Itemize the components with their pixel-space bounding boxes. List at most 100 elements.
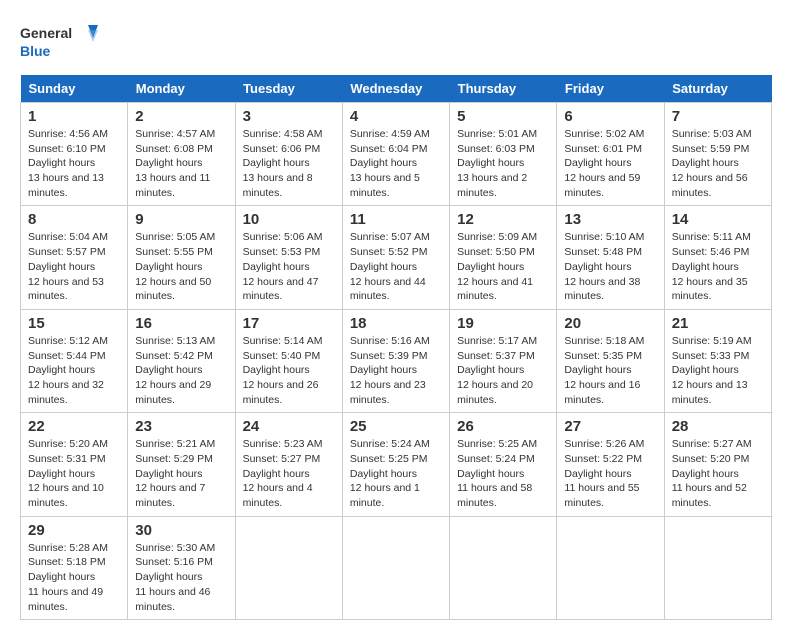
day-info: Sunrise: 5:04 AMSunset: 5:57 PMDaylight … bbox=[28, 230, 120, 303]
calendar-cell: 2 Sunrise: 4:57 AMSunset: 6:08 PMDayligh… bbox=[128, 103, 235, 206]
day-number: 10 bbox=[243, 211, 335, 228]
weekday-header-thursday: Thursday bbox=[450, 75, 557, 103]
day-number: 3 bbox=[243, 108, 335, 125]
day-number: 27 bbox=[564, 418, 656, 435]
day-number: 13 bbox=[564, 211, 656, 228]
calendar-cell: 22 Sunrise: 5:20 AMSunset: 5:31 PMDaylig… bbox=[21, 413, 128, 516]
day-number: 18 bbox=[350, 315, 442, 332]
day-number: 25 bbox=[350, 418, 442, 435]
day-number: 16 bbox=[135, 315, 227, 332]
day-info: Sunrise: 5:16 AMSunset: 5:39 PMDaylight … bbox=[350, 334, 442, 407]
weekday-header-monday: Monday bbox=[128, 75, 235, 103]
day-number: 14 bbox=[672, 211, 764, 228]
day-info: Sunrise: 5:20 AMSunset: 5:31 PMDaylight … bbox=[28, 437, 120, 510]
day-info: Sunrise: 4:56 AMSunset: 6:10 PMDaylight … bbox=[28, 127, 120, 200]
calendar-cell: 18 Sunrise: 5:16 AMSunset: 5:39 PMDaylig… bbox=[342, 309, 449, 412]
day-number: 7 bbox=[672, 108, 764, 125]
day-number: 26 bbox=[457, 418, 549, 435]
day-number: 1 bbox=[28, 108, 120, 125]
day-info: Sunrise: 5:23 AMSunset: 5:27 PMDaylight … bbox=[243, 437, 335, 510]
day-info: Sunrise: 5:28 AMSunset: 5:18 PMDaylight … bbox=[28, 541, 120, 614]
calendar-cell: 28 Sunrise: 5:27 AMSunset: 5:20 PMDaylig… bbox=[664, 413, 771, 516]
day-info: Sunrise: 5:19 AMSunset: 5:33 PMDaylight … bbox=[672, 334, 764, 407]
calendar-cell: 19 Sunrise: 5:17 AMSunset: 5:37 PMDaylig… bbox=[450, 309, 557, 412]
calendar-cell: 25 Sunrise: 5:24 AMSunset: 5:25 PMDaylig… bbox=[342, 413, 449, 516]
day-info: Sunrise: 5:06 AMSunset: 5:53 PMDaylight … bbox=[243, 230, 335, 303]
calendar-cell: 27 Sunrise: 5:26 AMSunset: 5:22 PMDaylig… bbox=[557, 413, 664, 516]
day-number: 30 bbox=[135, 522, 227, 539]
calendar-cell: 16 Sunrise: 5:13 AMSunset: 5:42 PMDaylig… bbox=[128, 309, 235, 412]
day-info: Sunrise: 5:27 AMSunset: 5:20 PMDaylight … bbox=[672, 437, 764, 510]
day-number: 17 bbox=[243, 315, 335, 332]
calendar-cell: 7 Sunrise: 5:03 AMSunset: 5:59 PMDayligh… bbox=[664, 103, 771, 206]
calendar-cell: 3 Sunrise: 4:58 AMSunset: 6:06 PMDayligh… bbox=[235, 103, 342, 206]
day-info: Sunrise: 5:12 AMSunset: 5:44 PMDaylight … bbox=[28, 334, 120, 407]
calendar-cell: 5 Sunrise: 5:01 AMSunset: 6:03 PMDayligh… bbox=[450, 103, 557, 206]
weekday-header-row: SundayMondayTuesdayWednesdayThursdayFrid… bbox=[21, 75, 772, 103]
day-number: 4 bbox=[350, 108, 442, 125]
logo: General Blue bbox=[20, 20, 100, 65]
day-number: 24 bbox=[243, 418, 335, 435]
calendar-cell: 9 Sunrise: 5:05 AMSunset: 5:55 PMDayligh… bbox=[128, 206, 235, 309]
day-number: 8 bbox=[28, 211, 120, 228]
calendar-cell: 1 Sunrise: 4:56 AMSunset: 6:10 PMDayligh… bbox=[21, 103, 128, 206]
calendar-cell: 26 Sunrise: 5:25 AMSunset: 5:24 PMDaylig… bbox=[450, 413, 557, 516]
day-info: Sunrise: 5:10 AMSunset: 5:48 PMDaylight … bbox=[564, 230, 656, 303]
day-info: Sunrise: 5:13 AMSunset: 5:42 PMDaylight … bbox=[135, 334, 227, 407]
week-row-5: 29 Sunrise: 5:28 AMSunset: 5:18 PMDaylig… bbox=[21, 516, 772, 619]
calendar-cell: 4 Sunrise: 4:59 AMSunset: 6:04 PMDayligh… bbox=[342, 103, 449, 206]
calendar-cell: 13 Sunrise: 5:10 AMSunset: 5:48 PMDaylig… bbox=[557, 206, 664, 309]
weekday-header-wednesday: Wednesday bbox=[342, 75, 449, 103]
day-info: Sunrise: 4:59 AMSunset: 6:04 PMDaylight … bbox=[350, 127, 442, 200]
logo-svg: General Blue bbox=[20, 20, 100, 65]
week-row-1: 1 Sunrise: 4:56 AMSunset: 6:10 PMDayligh… bbox=[21, 103, 772, 206]
day-info: Sunrise: 5:18 AMSunset: 5:35 PMDaylight … bbox=[564, 334, 656, 407]
day-info: Sunrise: 5:24 AMSunset: 5:25 PMDaylight … bbox=[350, 437, 442, 510]
day-number: 6 bbox=[564, 108, 656, 125]
calendar-cell bbox=[664, 516, 771, 619]
day-number: 28 bbox=[672, 418, 764, 435]
day-info: Sunrise: 5:21 AMSunset: 5:29 PMDaylight … bbox=[135, 437, 227, 510]
svg-text:General: General bbox=[20, 25, 72, 41]
day-info: Sunrise: 5:01 AMSunset: 6:03 PMDaylight … bbox=[457, 127, 549, 200]
week-row-3: 15 Sunrise: 5:12 AMSunset: 5:44 PMDaylig… bbox=[21, 309, 772, 412]
calendar-cell bbox=[235, 516, 342, 619]
day-info: Sunrise: 5:05 AMSunset: 5:55 PMDaylight … bbox=[135, 230, 227, 303]
calendar-cell bbox=[342, 516, 449, 619]
weekday-header-saturday: Saturday bbox=[664, 75, 771, 103]
calendar-cell bbox=[557, 516, 664, 619]
day-info: Sunrise: 5:26 AMSunset: 5:22 PMDaylight … bbox=[564, 437, 656, 510]
weekday-header-sunday: Sunday bbox=[21, 75, 128, 103]
calendar-cell: 23 Sunrise: 5:21 AMSunset: 5:29 PMDaylig… bbox=[128, 413, 235, 516]
calendar-table: SundayMondayTuesdayWednesdayThursdayFrid… bbox=[20, 75, 772, 620]
day-info: Sunrise: 4:58 AMSunset: 6:06 PMDaylight … bbox=[243, 127, 335, 200]
weekday-header-tuesday: Tuesday bbox=[235, 75, 342, 103]
day-number: 12 bbox=[457, 211, 549, 228]
calendar-cell: 17 Sunrise: 5:14 AMSunset: 5:40 PMDaylig… bbox=[235, 309, 342, 412]
week-row-4: 22 Sunrise: 5:20 AMSunset: 5:31 PMDaylig… bbox=[21, 413, 772, 516]
day-info: Sunrise: 5:11 AMSunset: 5:46 PMDaylight … bbox=[672, 230, 764, 303]
day-number: 21 bbox=[672, 315, 764, 332]
day-number: 29 bbox=[28, 522, 120, 539]
day-number: 20 bbox=[564, 315, 656, 332]
day-number: 2 bbox=[135, 108, 227, 125]
calendar-cell: 10 Sunrise: 5:06 AMSunset: 5:53 PMDaylig… bbox=[235, 206, 342, 309]
day-number: 9 bbox=[135, 211, 227, 228]
calendar-cell: 14 Sunrise: 5:11 AMSunset: 5:46 PMDaylig… bbox=[664, 206, 771, 309]
day-info: Sunrise: 5:14 AMSunset: 5:40 PMDaylight … bbox=[243, 334, 335, 407]
day-info: Sunrise: 5:07 AMSunset: 5:52 PMDaylight … bbox=[350, 230, 442, 303]
day-number: 19 bbox=[457, 315, 549, 332]
day-number: 15 bbox=[28, 315, 120, 332]
svg-text:Blue: Blue bbox=[20, 43, 51, 59]
calendar-cell: 24 Sunrise: 5:23 AMSunset: 5:27 PMDaylig… bbox=[235, 413, 342, 516]
calendar-cell: 15 Sunrise: 5:12 AMSunset: 5:44 PMDaylig… bbox=[21, 309, 128, 412]
calendar-cell bbox=[450, 516, 557, 619]
calendar-cell: 12 Sunrise: 5:09 AMSunset: 5:50 PMDaylig… bbox=[450, 206, 557, 309]
day-info: Sunrise: 5:09 AMSunset: 5:50 PMDaylight … bbox=[457, 230, 549, 303]
calendar-cell: 6 Sunrise: 5:02 AMSunset: 6:01 PMDayligh… bbox=[557, 103, 664, 206]
day-number: 22 bbox=[28, 418, 120, 435]
calendar-cell: 11 Sunrise: 5:07 AMSunset: 5:52 PMDaylig… bbox=[342, 206, 449, 309]
day-info: Sunrise: 5:25 AMSunset: 5:24 PMDaylight … bbox=[457, 437, 549, 510]
week-row-2: 8 Sunrise: 5:04 AMSunset: 5:57 PMDayligh… bbox=[21, 206, 772, 309]
day-number: 23 bbox=[135, 418, 227, 435]
